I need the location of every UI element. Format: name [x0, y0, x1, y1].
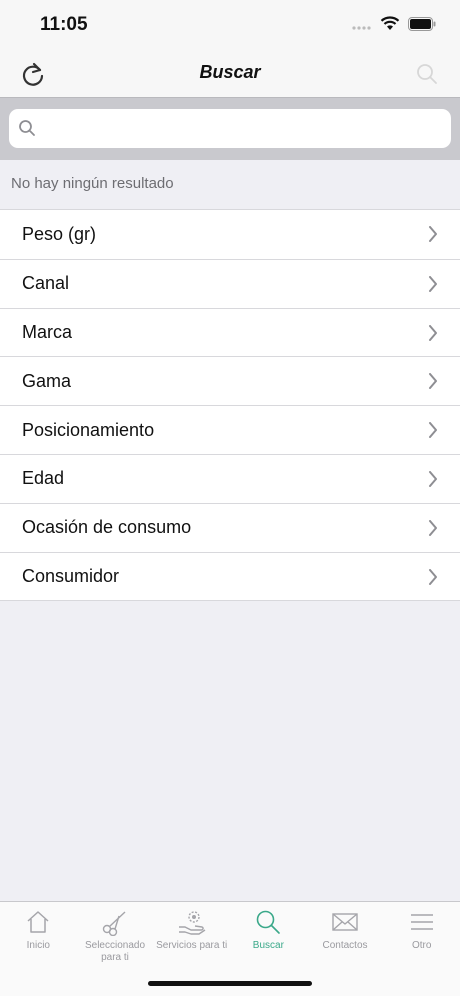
magnifier-icon — [18, 119, 36, 142]
tab-label: Seleccionado para ti — [84, 940, 146, 963]
filter-label: Gama — [22, 370, 72, 391]
status-icons — [352, 16, 436, 31]
filter-label: Canal — [22, 273, 70, 294]
filter-label: Consumidor — [22, 565, 120, 586]
envelope-icon — [330, 908, 360, 936]
filter-label: Edad — [22, 468, 65, 489]
menu-icon — [407, 908, 437, 936]
chevron-right-icon — [429, 470, 437, 487]
filter-label: Marca — [22, 321, 73, 342]
filter-item-edad[interactable]: Edad — [0, 453, 460, 503]
chevron-right-icon — [429, 568, 437, 585]
hand-gear-icon — [177, 908, 207, 936]
status-bar: 11:05 — [0, 0, 460, 50]
tab-label: Otro — [411, 940, 432, 951]
home-indicator — [148, 981, 312, 986]
filter-item-gama[interactable]: Gama — [0, 356, 460, 405]
search-icon — [253, 908, 283, 936]
filter-label: Posicionamiento — [22, 419, 155, 440]
status-time: 11:05 — [40, 14, 88, 35]
signal-icon — [352, 25, 371, 30]
tab-label: Inicio — [26, 940, 50, 951]
filter-item-posicionamiento[interactable]: Posicionamiento — [0, 405, 460, 454]
filter-item-canal[interactable]: Canal — [0, 258, 460, 308]
navigation-bar: Buscar — [0, 50, 460, 98]
filter-label: Peso (gr) — [22, 223, 97, 244]
no-results-message: No hay ningún resultado — [11, 175, 174, 192]
filter-item-peso[interactable]: Peso (gr) — [0, 210, 460, 259]
wifi-icon — [380, 16, 400, 30]
search-bar-container — [0, 98, 460, 160]
home-icon — [23, 908, 53, 936]
tab-label: Servicios para ti — [156, 940, 228, 951]
search-input[interactable] — [43, 109, 443, 148]
filter-label: Ocasión de consumo — [22, 517, 192, 538]
search-box[interactable] — [9, 109, 451, 148]
filter-item-ocasion-de-consumo[interactable]: Ocasión de consumo — [0, 502, 460, 552]
filter-list: Peso (gr) Canal Marca Gama Posicionamien… — [0, 209, 460, 602]
tab-contactos[interactable]: Contactos — [307, 902, 384, 996]
chevron-right-icon — [429, 226, 437, 242]
scissors-icon — [100, 908, 130, 936]
tab-inicio[interactable]: Inicio — [0, 902, 77, 996]
tab-seleccionado-para-ti[interactable]: Seleccionado para ti — [77, 902, 154, 996]
battery-icon — [408, 16, 436, 31]
chevron-right-icon — [429, 275, 437, 292]
nav-search-button[interactable] — [413, 60, 441, 88]
chevron-right-icon — [429, 373, 437, 390]
search-icon — [417, 64, 437, 84]
filter-item-marca[interactable]: Marca — [0, 307, 460, 357]
filter-item-consumidor[interactable]: Consumidor — [0, 551, 460, 601]
chevron-right-icon — [429, 324, 437, 341]
tab-otro[interactable]: Otro — [383, 902, 460, 996]
tab-label: Buscar — [252, 940, 284, 951]
chevron-right-icon — [429, 422, 437, 439]
tab-label: Contactos — [322, 940, 368, 951]
chevron-right-icon — [429, 519, 437, 536]
page-title: Buscar — [199, 62, 261, 82]
